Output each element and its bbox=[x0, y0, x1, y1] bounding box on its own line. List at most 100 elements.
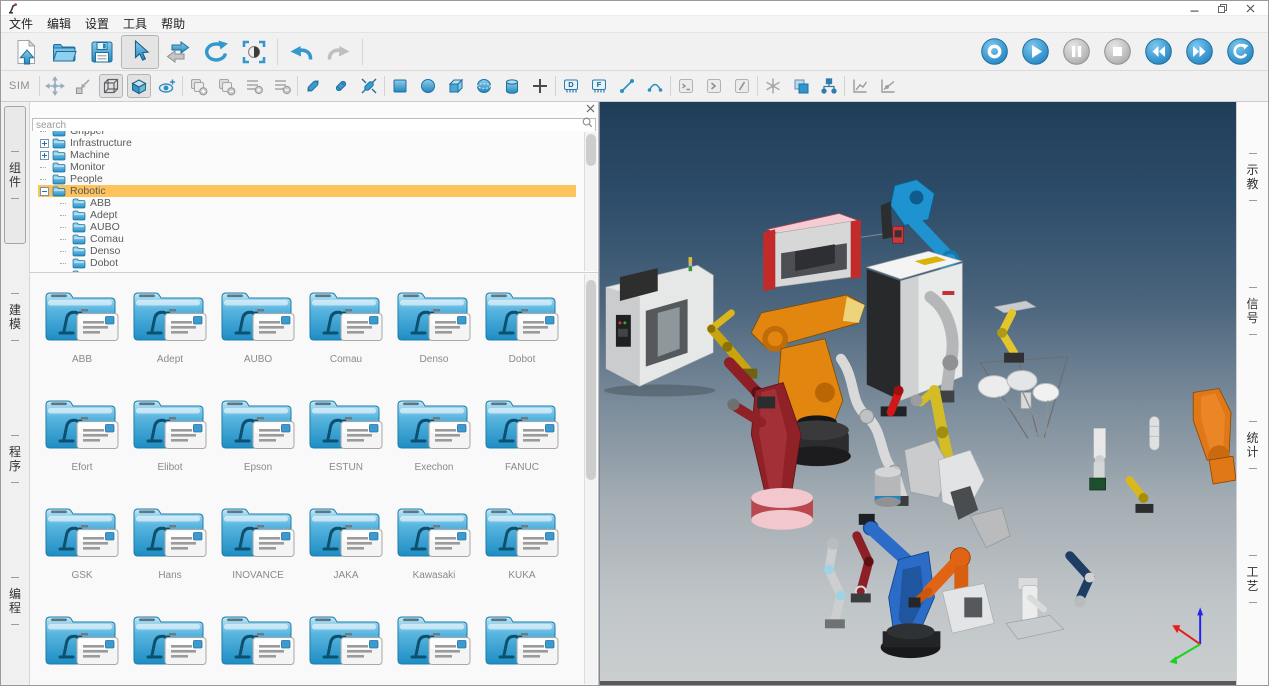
console-2-icon[interactable] bbox=[702, 74, 726, 98]
chart-1-icon[interactable] bbox=[848, 74, 872, 98]
hierarchy-icon[interactable] bbox=[817, 74, 841, 98]
group-icon[interactable] bbox=[789, 74, 813, 98]
tree-item-denso[interactable]: Denso bbox=[38, 245, 576, 257]
folder-item-fanuc[interactable]: FANUC bbox=[478, 385, 566, 493]
tree-scrollbar-thumb[interactable] bbox=[586, 134, 596, 166]
console-3-icon[interactable] bbox=[730, 74, 754, 98]
select-tool-button[interactable] bbox=[121, 35, 159, 69]
folder-item-abb[interactable]: ABB bbox=[38, 277, 126, 385]
center-view-button[interactable] bbox=[235, 35, 273, 69]
tree-item-machine[interactable]: Machine bbox=[38, 149, 576, 161]
tree-item-dobot[interactable]: Dobot bbox=[38, 257, 576, 269]
tree-item-people[interactable]: People bbox=[38, 173, 576, 185]
remove-from-list-icon[interactable] bbox=[270, 74, 294, 98]
restore-button[interactable] bbox=[1208, 1, 1236, 15]
tree-item-robotic[interactable]: Robotic bbox=[38, 185, 576, 197]
folder-item[interactable] bbox=[390, 601, 478, 685]
folder-item-kawasaki[interactable]: Kawasaki bbox=[390, 493, 478, 601]
digital-chip-icon[interactable]: D bbox=[559, 74, 583, 98]
menu-item[interactable]: 工具 bbox=[123, 16, 147, 33]
tree-item-infrastructure[interactable]: Infrastructure bbox=[38, 137, 576, 149]
robot-model-white-capsule[interactable] bbox=[1149, 416, 1159, 450]
minimize-button[interactable] bbox=[1180, 1, 1208, 15]
remove-component-icon[interactable] bbox=[214, 74, 238, 98]
tab-component[interactable]: 组件 bbox=[4, 106, 26, 244]
save-button[interactable] bbox=[83, 35, 121, 69]
tab-teach[interactable]: 示教 bbox=[1242, 118, 1264, 236]
folder-item-gsk[interactable]: GSK bbox=[38, 493, 126, 601]
folder-item-efort[interactable]: Efort bbox=[38, 385, 126, 493]
folder-item[interactable] bbox=[478, 601, 566, 685]
folder-item[interactable] bbox=[38, 601, 126, 685]
folder-item-epson[interactable]: Epson bbox=[214, 385, 302, 493]
new-camera-view-icon[interactable] bbox=[155, 74, 179, 98]
tree-item-adept[interactable]: Adept bbox=[38, 209, 576, 221]
folder-item-exechon[interactable]: Exechon bbox=[390, 385, 478, 493]
shaded-view-icon[interactable] bbox=[127, 74, 151, 98]
jog-joint-icon[interactable] bbox=[301, 74, 325, 98]
wireframe-view-icon[interactable] bbox=[99, 74, 123, 98]
chart-2-icon[interactable] bbox=[876, 74, 900, 98]
expand-icon[interactable] bbox=[40, 139, 49, 148]
menu-item[interactable]: 编辑 bbox=[47, 16, 71, 33]
folder-item[interactable] bbox=[302, 601, 390, 685]
tree-scrollbar[interactable] bbox=[584, 132, 597, 271]
primitive-sphere-icon[interactable] bbox=[472, 74, 496, 98]
tree-item-comau[interactable]: Comau bbox=[38, 233, 576, 245]
tab-programming[interactable]: 编程 bbox=[4, 532, 26, 670]
folder-item-inovance[interactable]: INOVANCE bbox=[214, 493, 302, 601]
tree-item-aubo[interactable]: AUBO bbox=[38, 221, 576, 233]
attach-gizmo-icon[interactable] bbox=[43, 74, 67, 98]
new-file-button[interactable] bbox=[7, 35, 45, 69]
folder-item-dobot[interactable]: Dobot bbox=[478, 277, 566, 385]
tab-program[interactable]: 程序 bbox=[4, 390, 26, 528]
folder-item[interactable] bbox=[126, 601, 214, 685]
console-1-icon[interactable] bbox=[674, 74, 698, 98]
panel-close-icon[interactable] bbox=[586, 104, 595, 113]
draw-line-icon[interactable] bbox=[615, 74, 639, 98]
primitive-circle-icon[interactable] bbox=[416, 74, 440, 98]
folder-item-estun[interactable]: ESTUN bbox=[302, 385, 390, 493]
function-chip-icon[interactable]: F bbox=[587, 74, 611, 98]
undo-button[interactable] bbox=[282, 35, 320, 69]
menu-item[interactable]: 设置 bbox=[85, 16, 109, 33]
rotate-tool-button[interactable] bbox=[197, 35, 235, 69]
viewport-scene[interactable] bbox=[600, 102, 1236, 685]
folder-item-jaka[interactable]: JAKA bbox=[302, 493, 390, 601]
folder-item-elibot[interactable]: Elibot bbox=[126, 385, 214, 493]
folder-item-kuka[interactable]: KUKA bbox=[478, 493, 566, 601]
play-button[interactable] bbox=[1022, 38, 1049, 65]
tab-statistics[interactable]: 统计 bbox=[1242, 386, 1264, 504]
reset-button[interactable] bbox=[1227, 38, 1254, 65]
draw-arc-icon[interactable] bbox=[643, 74, 667, 98]
collapse-icon[interactable] bbox=[40, 187, 49, 196]
kinematics-icon[interactable] bbox=[761, 74, 785, 98]
open-button[interactable] bbox=[45, 35, 83, 69]
translate-tool-button[interactable] bbox=[159, 35, 197, 69]
primitive-box-icon[interactable] bbox=[444, 74, 468, 98]
close-button[interactable] bbox=[1236, 1, 1264, 15]
add-origin-icon[interactable] bbox=[528, 74, 552, 98]
tab-modeling[interactable]: 建模 bbox=[4, 248, 26, 386]
add-component-icon[interactable] bbox=[186, 74, 210, 98]
step-forward-button[interactable] bbox=[1186, 38, 1213, 65]
record-button[interactable] bbox=[981, 38, 1008, 65]
jog-linear-icon[interactable] bbox=[329, 74, 353, 98]
tab-process[interactable]: 工艺 bbox=[1242, 520, 1264, 638]
folder-item-adept[interactable]: Adept bbox=[126, 277, 214, 385]
menu-item[interactable]: 帮助 bbox=[161, 16, 185, 33]
tree-item-monitor[interactable]: Monitor bbox=[38, 161, 576, 173]
grid-scrollbar-thumb[interactable] bbox=[586, 280, 596, 480]
redo-button[interactable] bbox=[320, 35, 358, 69]
folder-item-denso[interactable]: Denso bbox=[390, 277, 478, 385]
primitive-plane-icon[interactable] bbox=[388, 74, 412, 98]
viewport-3d[interactable] bbox=[599, 102, 1236, 685]
expand-icon[interactable] bbox=[40, 151, 49, 160]
tab-signal[interactable]: 信号 bbox=[1242, 252, 1264, 370]
add-to-list-icon[interactable] bbox=[242, 74, 266, 98]
step-back-button[interactable] bbox=[1145, 38, 1172, 65]
menu-item[interactable]: 文件 bbox=[9, 16, 33, 33]
grid-scrollbar[interactable] bbox=[584, 274, 597, 684]
jog-free-icon[interactable] bbox=[357, 74, 381, 98]
folder-item-hans[interactable]: Hans bbox=[126, 493, 214, 601]
